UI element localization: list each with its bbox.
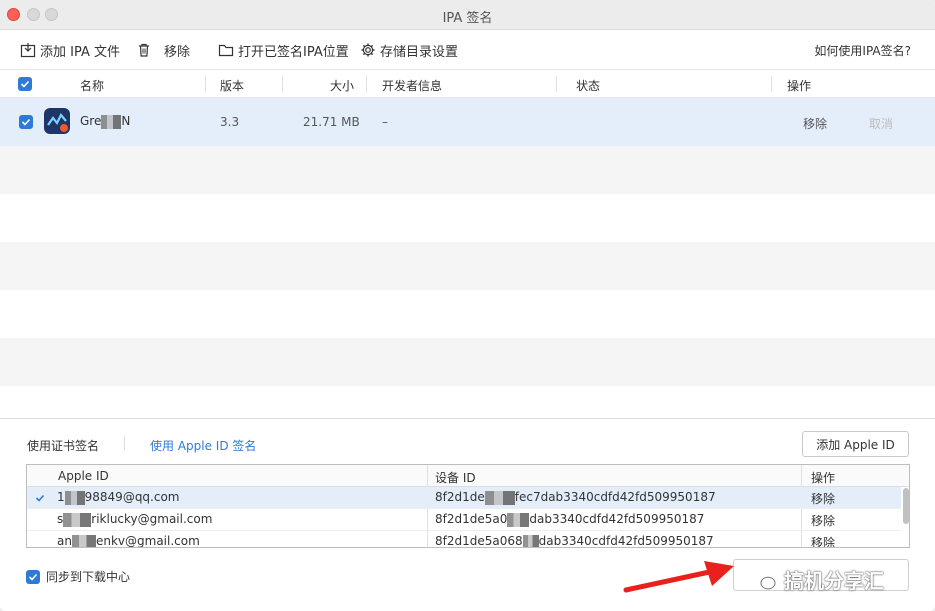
redacted-text xyxy=(507,512,530,527)
device-id-part: 8f2d1de5a0 xyxy=(435,512,508,526)
apple-id-part: 1 xyxy=(57,490,65,504)
help-link[interactable]: 如何使用IPA签名? xyxy=(814,42,911,59)
table-row[interactable]: Gre N 3.3 21.71 MB – 移除 取消 xyxy=(0,98,935,146)
empty-row xyxy=(0,242,935,290)
app-name: Gre N xyxy=(80,114,130,129)
apple-id-table-header: Apple ID 设备 ID 操作 xyxy=(27,465,909,487)
device-id-part: 8f2d1de xyxy=(435,490,485,504)
redacted-text xyxy=(101,114,122,129)
storage-settings-button[interactable]: 存储目录设置 xyxy=(360,40,458,60)
watermark-text: 搞机分享汇 xyxy=(784,569,884,593)
sync-label: 同步到下载中心 xyxy=(46,570,131,584)
redacted-text xyxy=(63,512,92,527)
sync-download-center-checkbox[interactable]: 同步到下载中心 xyxy=(26,568,130,585)
redacted-text xyxy=(522,534,539,547)
apple-id-value: s riklucky@gmail.com xyxy=(57,512,212,527)
sync-checkbox[interactable] xyxy=(26,569,40,584)
redacted-text xyxy=(71,534,96,547)
ipa-table-header: 名称 版本 大小 开发者信息 状态 操作 xyxy=(0,70,935,98)
column-separator xyxy=(205,76,206,92)
redacted-text xyxy=(484,490,515,505)
tab-separator xyxy=(124,436,125,450)
open-signed-location-button[interactable]: 打开已签名IPA位置 xyxy=(218,40,349,60)
checkmark-icon xyxy=(28,573,38,581)
sign-panel: 使用证书签名 使用 Apple ID 签名 添加 Apple ID Apple … xyxy=(0,418,935,611)
app-developer: – xyxy=(382,115,388,129)
gear-icon xyxy=(361,43,375,57)
device-id-part: 8f2d1de5a068 xyxy=(435,534,523,548)
apple-id-part: enkv@gmail.com xyxy=(95,534,200,548)
checkmark-icon xyxy=(20,80,30,88)
apple-id-part: an xyxy=(57,534,72,548)
apple-id-row[interactable]: an enkv@gmail.com 8f2d1de5a068 dab3340cdfd… xyxy=(27,531,901,548)
row-remove-link[interactable]: 移除 xyxy=(803,115,827,132)
apple-id-table: Apple ID 设备 ID 操作 1 98849@qq.com 8f2d1de f… xyxy=(26,464,910,548)
app-icon xyxy=(44,108,70,134)
app-name-prefix: Gre xyxy=(80,114,102,128)
device-id-value: 8f2d1de fec7dab3340cdfd42fd509950187 xyxy=(435,490,716,505)
add-ipa-label: 添加 IPA 文件 xyxy=(40,44,120,60)
empty-row xyxy=(0,146,935,194)
toolbar: 添加 IPA 文件 移除 打开已签名IPA位置 存储目录设置 如何使用IPA签名… xyxy=(0,30,935,70)
row-cancel-link[interactable]: 取消 xyxy=(869,115,893,132)
device-id-part: dab3340cdfd42fd509950187 xyxy=(529,512,705,526)
folder-icon xyxy=(218,44,234,57)
device-id-value: 8f2d1de5a0 dab3340cdfd42fd509950187 xyxy=(435,512,704,527)
selected-check-icon xyxy=(35,494,45,502)
remove-button[interactable]: 移除 xyxy=(136,40,190,60)
empty-row xyxy=(0,338,935,386)
add-apple-id-button[interactable]: 添加 Apple ID xyxy=(802,431,909,457)
device-id-value: 8f2d1de5a068 dab3340cdfd42fd509950187 xyxy=(435,534,714,548)
title-bar: IPA 签名 xyxy=(0,0,935,30)
apple-id-row[interactable]: 1 98849@qq.com 8f2d1de fec7dab3340cdfd42fd… xyxy=(27,487,901,509)
column-status[interactable]: 状态 xyxy=(576,77,600,94)
device-id-part: dab3340cdfd42fd509950187 xyxy=(538,534,714,548)
apple-id-part: riklucky@gmail.com xyxy=(91,512,213,526)
empty-row xyxy=(0,290,935,338)
watermark: 搞机分享汇 xyxy=(750,565,884,594)
apple-id-remove-link[interactable]: 移除 xyxy=(811,490,835,507)
column-separator xyxy=(556,76,557,92)
column-action: 操作 xyxy=(811,471,836,485)
app-size: 21.71 MB xyxy=(303,115,360,129)
column-separator xyxy=(771,76,772,92)
add-ipa-button[interactable]: 添加 IPA 文件 xyxy=(20,40,120,60)
column-separator xyxy=(366,76,367,92)
checkmark-icon xyxy=(21,118,31,126)
column-actions: 操作 xyxy=(787,79,812,93)
open-signed-label: 打开已签名IPA位置 xyxy=(238,44,349,60)
row-checkbox[interactable] xyxy=(19,115,33,129)
window-title: IPA 签名 xyxy=(442,11,493,26)
column-separator xyxy=(282,76,283,92)
ipa-sign-window: IPA 签名 添加 IPA 文件 移除 打开已签名IPA位置 存储目录设置 如何… xyxy=(0,0,935,611)
wechat-icon xyxy=(751,569,776,589)
remove-label: 移除 xyxy=(164,44,191,60)
redacted-text xyxy=(64,490,85,505)
column-apple-id[interactable]: Apple ID xyxy=(58,469,109,483)
storage-settings-label: 存储目录设置 xyxy=(380,44,459,60)
column-developer[interactable]: 开发者信息 xyxy=(382,77,442,94)
apple-id-scrollbar[interactable] xyxy=(903,488,909,524)
apple-id-remove-link[interactable]: 移除 xyxy=(811,534,835,547)
apple-id-row[interactable]: s riklucky@gmail.com 8f2d1de5a0 dab3340cdf… xyxy=(27,509,901,531)
tab-apple-id-sign[interactable]: 使用 Apple ID 签名 xyxy=(150,437,256,454)
apple-id-remove-link[interactable]: 移除 xyxy=(811,512,835,529)
empty-row xyxy=(0,194,935,242)
app-name-suffix: N xyxy=(121,114,131,128)
apple-id-value: an enkv@gmail.com xyxy=(57,534,200,548)
column-device-id[interactable]: 设备 ID xyxy=(435,469,476,486)
import-icon xyxy=(20,43,36,58)
app-version: 3.3 xyxy=(220,115,240,129)
select-all-checkbox[interactable] xyxy=(18,77,32,91)
column-version[interactable]: 版本 xyxy=(220,77,244,94)
red-arrow-annotation xyxy=(623,561,734,593)
trash-icon xyxy=(139,43,149,57)
device-id-part: fec7dab3340cdfd42fd509950187 xyxy=(514,490,716,504)
tab-certificate-sign[interactable]: 使用证书签名 xyxy=(27,437,99,454)
apple-id-value: 1 98849@qq.com xyxy=(57,490,180,505)
column-name[interactable]: 名称 xyxy=(80,77,104,94)
apple-id-part: 98849@qq.com xyxy=(84,490,180,504)
column-size[interactable]: 大小 xyxy=(330,77,354,94)
